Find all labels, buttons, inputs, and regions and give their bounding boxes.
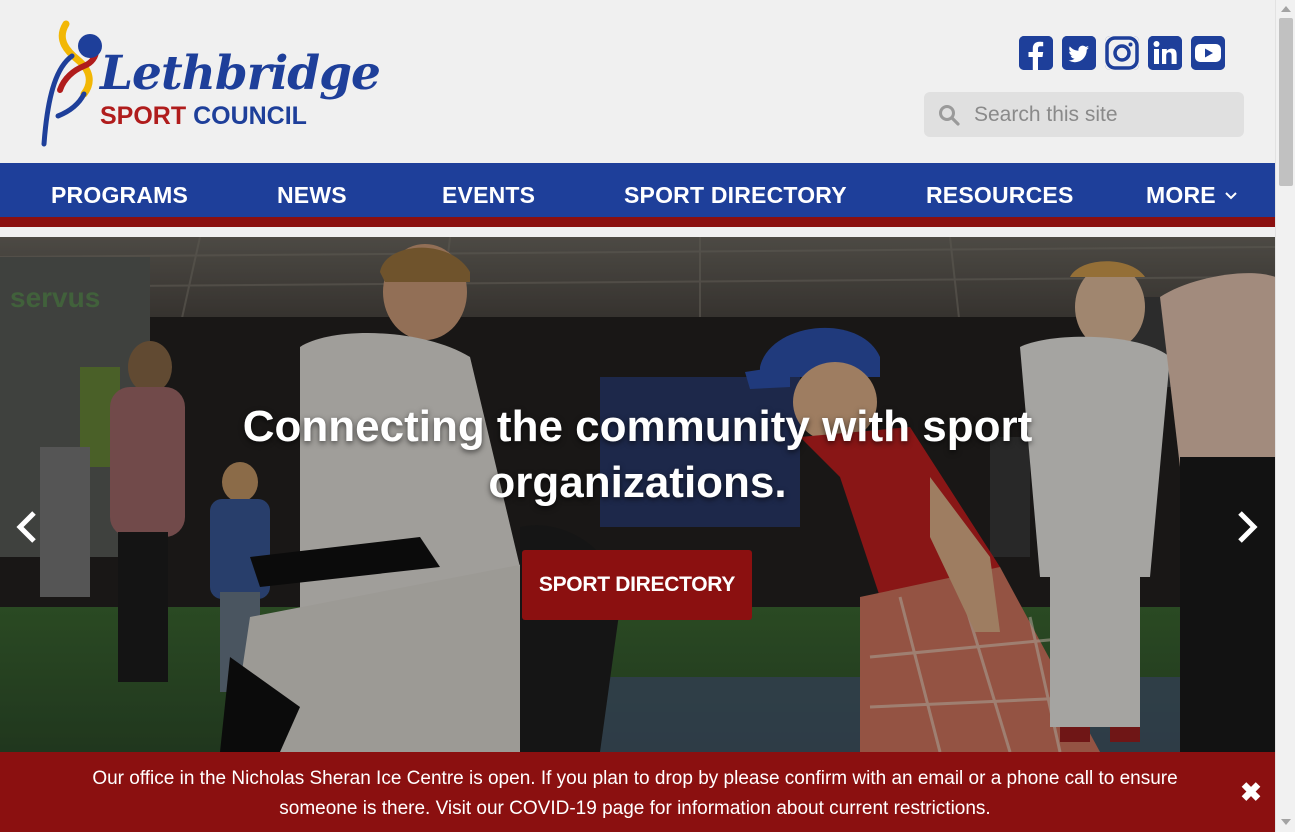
- close-icon[interactable]: ✖: [1238, 777, 1264, 807]
- nav-item-events[interactable]: EVENTS: [442, 163, 535, 227]
- hero-carousel: servus Connecting the community with spo…: [0, 237, 1275, 752]
- twitter-icon[interactable]: [1062, 36, 1096, 70]
- logo-text-sport: SPORT: [100, 102, 187, 130]
- scroll-down-icon[interactable]: [1281, 819, 1291, 825]
- search-icon[interactable]: [924, 92, 974, 137]
- nav-item-label: PROGRAMS: [51, 181, 189, 208]
- chevron-right-icon: [1238, 511, 1258, 543]
- nav-item-label: SPORT DIRECTORY: [624, 181, 847, 208]
- nav-item-label: NEWS: [277, 181, 347, 208]
- nav-item-sport-directory[interactable]: SPORT DIRECTORY: [624, 163, 847, 227]
- search-box[interactable]: [924, 92, 1244, 137]
- logo-text-lethbridge: Lethbridge: [100, 46, 381, 101]
- logo-text-council: COUNCIL: [193, 102, 307, 130]
- scroll-up-icon[interactable]: [1281, 6, 1291, 12]
- facebook-icon[interactable]: [1019, 36, 1053, 70]
- search-input[interactable]: [974, 102, 1234, 127]
- scrollbar[interactable]: [1275, 0, 1295, 832]
- alert-text: Our office in the Nicholas Sheran Ice Ce…: [92, 768, 1178, 819]
- site-logo[interactable]: Lethbridge SPORT COUNCIL: [38, 20, 381, 148]
- chevron-down-icon: [1225, 187, 1237, 203]
- instagram-icon[interactable]: [1105, 36, 1139, 70]
- carousel-prev-button[interactable]: [12, 507, 42, 547]
- nav-item-label: MORE: [1146, 181, 1216, 208]
- nav-item-programs[interactable]: PROGRAMS: [51, 163, 188, 227]
- linkedin-icon[interactable]: [1148, 36, 1182, 70]
- logo-text-sport-council: SPORT COUNCIL: [100, 102, 307, 131]
- nav-item-more[interactable]: MORE: [1146, 163, 1237, 227]
- nav-item-resources[interactable]: RESOURCES: [926, 163, 1074, 227]
- nav-item-label: RESOURCES: [926, 181, 1074, 208]
- youtube-icon[interactable]: [1191, 36, 1225, 70]
- chevron-left-icon: [16, 511, 36, 543]
- site-header: Lethbridge SPORT COUNCIL: [0, 0, 1275, 163]
- alert-banner: Our office in the Nicholas Sheran Ice Ce…: [0, 752, 1275, 832]
- main-nav: PROGRAMS NEWS EVENTS SPORT DIRECTORY RES…: [0, 163, 1275, 227]
- social-links: [1019, 36, 1225, 70]
- hero-title: Connecting the community with sport orga…: [242, 402, 1033, 507]
- carousel-next-button[interactable]: [1232, 507, 1262, 547]
- scroll-thumb[interactable]: [1279, 18, 1293, 186]
- nav-item-label: EVENTS: [442, 181, 536, 208]
- nav-item-news[interactable]: NEWS: [277, 163, 347, 227]
- sport-directory-button[interactable]: SPORT DIRECTORY: [522, 550, 752, 620]
